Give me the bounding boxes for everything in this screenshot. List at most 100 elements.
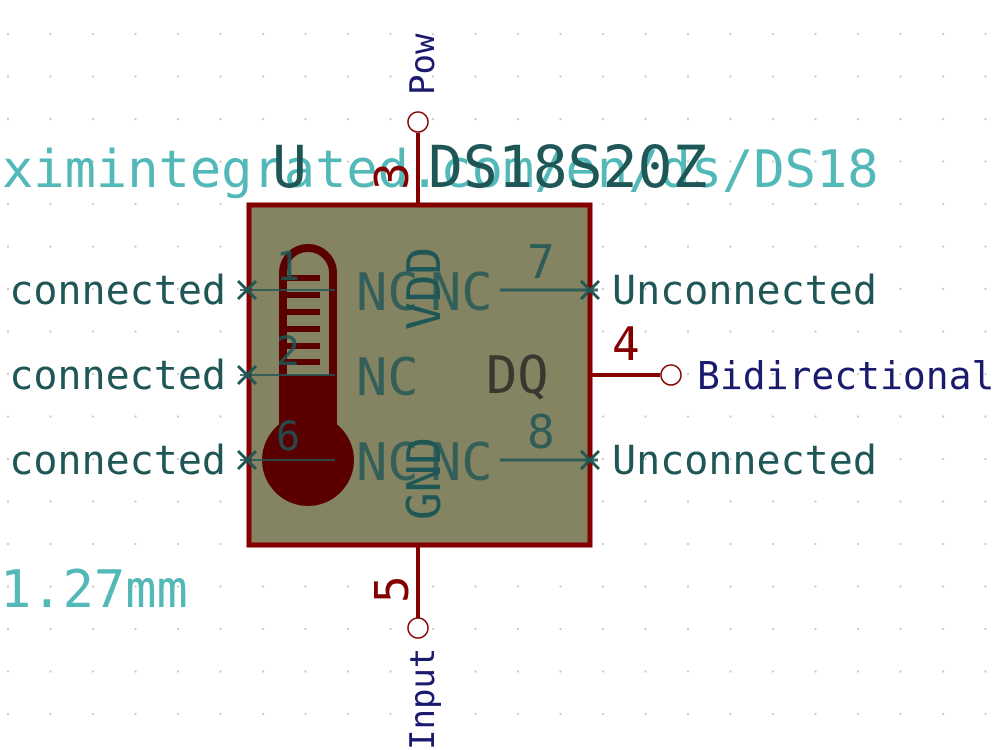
grid-dot	[814, 670, 817, 673]
grid-dot	[941, 32, 945, 36]
grid-dot	[474, 32, 477, 36]
grid-dot	[176, 542, 180, 546]
grid-dot	[6, 627, 10, 631]
grid-dot	[176, 712, 180, 716]
pin-dq-number: 4	[612, 317, 640, 371]
grid-dot	[134, 627, 137, 631]
grid-dot	[771, 415, 775, 418]
schematic-canvas: ximintegrated.com/en/ds/DS18 1.27mm Pow …	[0, 0, 999, 750]
grid-dot	[601, 500, 605, 503]
grid-dot	[771, 585, 775, 588]
grid-dot	[176, 415, 180, 418]
grid-dot	[941, 712, 945, 716]
grid-dot	[346, 712, 350, 716]
grid-dot	[516, 585, 520, 588]
grid-dot	[261, 117, 265, 121]
grid-dot	[686, 627, 690, 631]
grid-dot	[559, 117, 562, 121]
grid-dot	[134, 330, 137, 333]
grid-dot	[899, 75, 902, 78]
grid-dot	[559, 75, 562, 78]
grid-dot	[729, 32, 732, 36]
grid-dot	[304, 712, 307, 716]
grid-dot	[134, 32, 137, 36]
grid-dot	[261, 75, 265, 78]
grid-dot	[899, 627, 902, 631]
grid-dot	[601, 287, 605, 291]
grid-dot	[644, 245, 647, 248]
grid-dot	[856, 627, 860, 631]
grid-dot	[814, 202, 817, 206]
grid-dot	[601, 330, 605, 333]
grid-dot	[219, 117, 222, 121]
grid-dot	[91, 670, 95, 673]
grid-dot	[644, 75, 647, 78]
grid-dot	[601, 32, 605, 36]
grid-dot	[686, 585, 690, 588]
component-value: DS18S20Z	[428, 133, 707, 201]
grid-dot	[176, 670, 180, 673]
grid-dot	[304, 585, 307, 588]
grid-dot	[899, 202, 902, 206]
grid-dot	[601, 542, 605, 546]
grid-dot	[219, 330, 222, 333]
grid-dot	[941, 670, 945, 673]
grid-dot	[729, 670, 732, 673]
left-pin-net-label: connected	[9, 353, 226, 399]
grid-dot	[686, 75, 690, 78]
grid-dot	[941, 202, 945, 206]
grid-dot	[899, 712, 902, 716]
grid-dot	[431, 627, 435, 631]
grid-dot	[686, 712, 690, 716]
grid-dot	[474, 117, 477, 121]
pin-dq-endpoint[interactable]	[660, 364, 682, 386]
grid-dot	[941, 160, 945, 163]
grid-dot	[856, 585, 860, 588]
grid-dot	[304, 75, 307, 78]
grid-dot	[6, 75, 10, 78]
grid-dot	[91, 415, 95, 418]
grid-dot	[219, 712, 222, 716]
grid-dot	[389, 117, 392, 121]
grid-dot	[601, 670, 605, 673]
grid-dot	[644, 32, 647, 36]
grid-dot	[134, 415, 137, 418]
grid-dot	[899, 415, 902, 418]
grid-dot	[644, 585, 647, 588]
grid-dot	[686, 372, 690, 376]
left-pin-net-label: connected	[9, 438, 226, 484]
grid-dot	[601, 457, 605, 461]
grid-dot	[6, 117, 10, 121]
grid-dot	[389, 75, 392, 78]
grid-dot	[49, 670, 52, 673]
grid-dot	[219, 415, 222, 418]
grid-dot	[984, 627, 987, 631]
grid-dot	[6, 542, 10, 546]
grid-dot	[49, 712, 52, 716]
grid-dot	[686, 542, 690, 546]
grid-dot	[729, 117, 732, 121]
grid-dot	[304, 117, 307, 121]
right-pin-net-label: Unconnected	[612, 438, 877, 484]
grid-dot	[856, 75, 860, 78]
grid-dot	[984, 457, 987, 461]
grid-dot	[304, 670, 307, 673]
grid-dot	[729, 75, 732, 78]
grid-dot	[516, 627, 520, 631]
grid-dot	[856, 542, 860, 546]
pin-gnd-endpoint[interactable]	[407, 617, 429, 639]
pin-vdd-endpoint[interactable]	[407, 111, 429, 133]
grid-dot	[261, 627, 265, 631]
grid-dot	[516, 117, 520, 121]
grid-dot	[49, 415, 52, 418]
grid-dot	[134, 75, 137, 78]
grid-dot	[474, 75, 477, 78]
grid-dot	[814, 117, 817, 121]
grid-dot	[644, 330, 647, 333]
grid-dot	[6, 500, 10, 503]
grid-dot	[941, 75, 945, 78]
grid-dot	[644, 500, 647, 503]
grid-dot	[601, 75, 605, 78]
grid-dot	[176, 75, 180, 78]
grid-dot	[644, 542, 647, 546]
